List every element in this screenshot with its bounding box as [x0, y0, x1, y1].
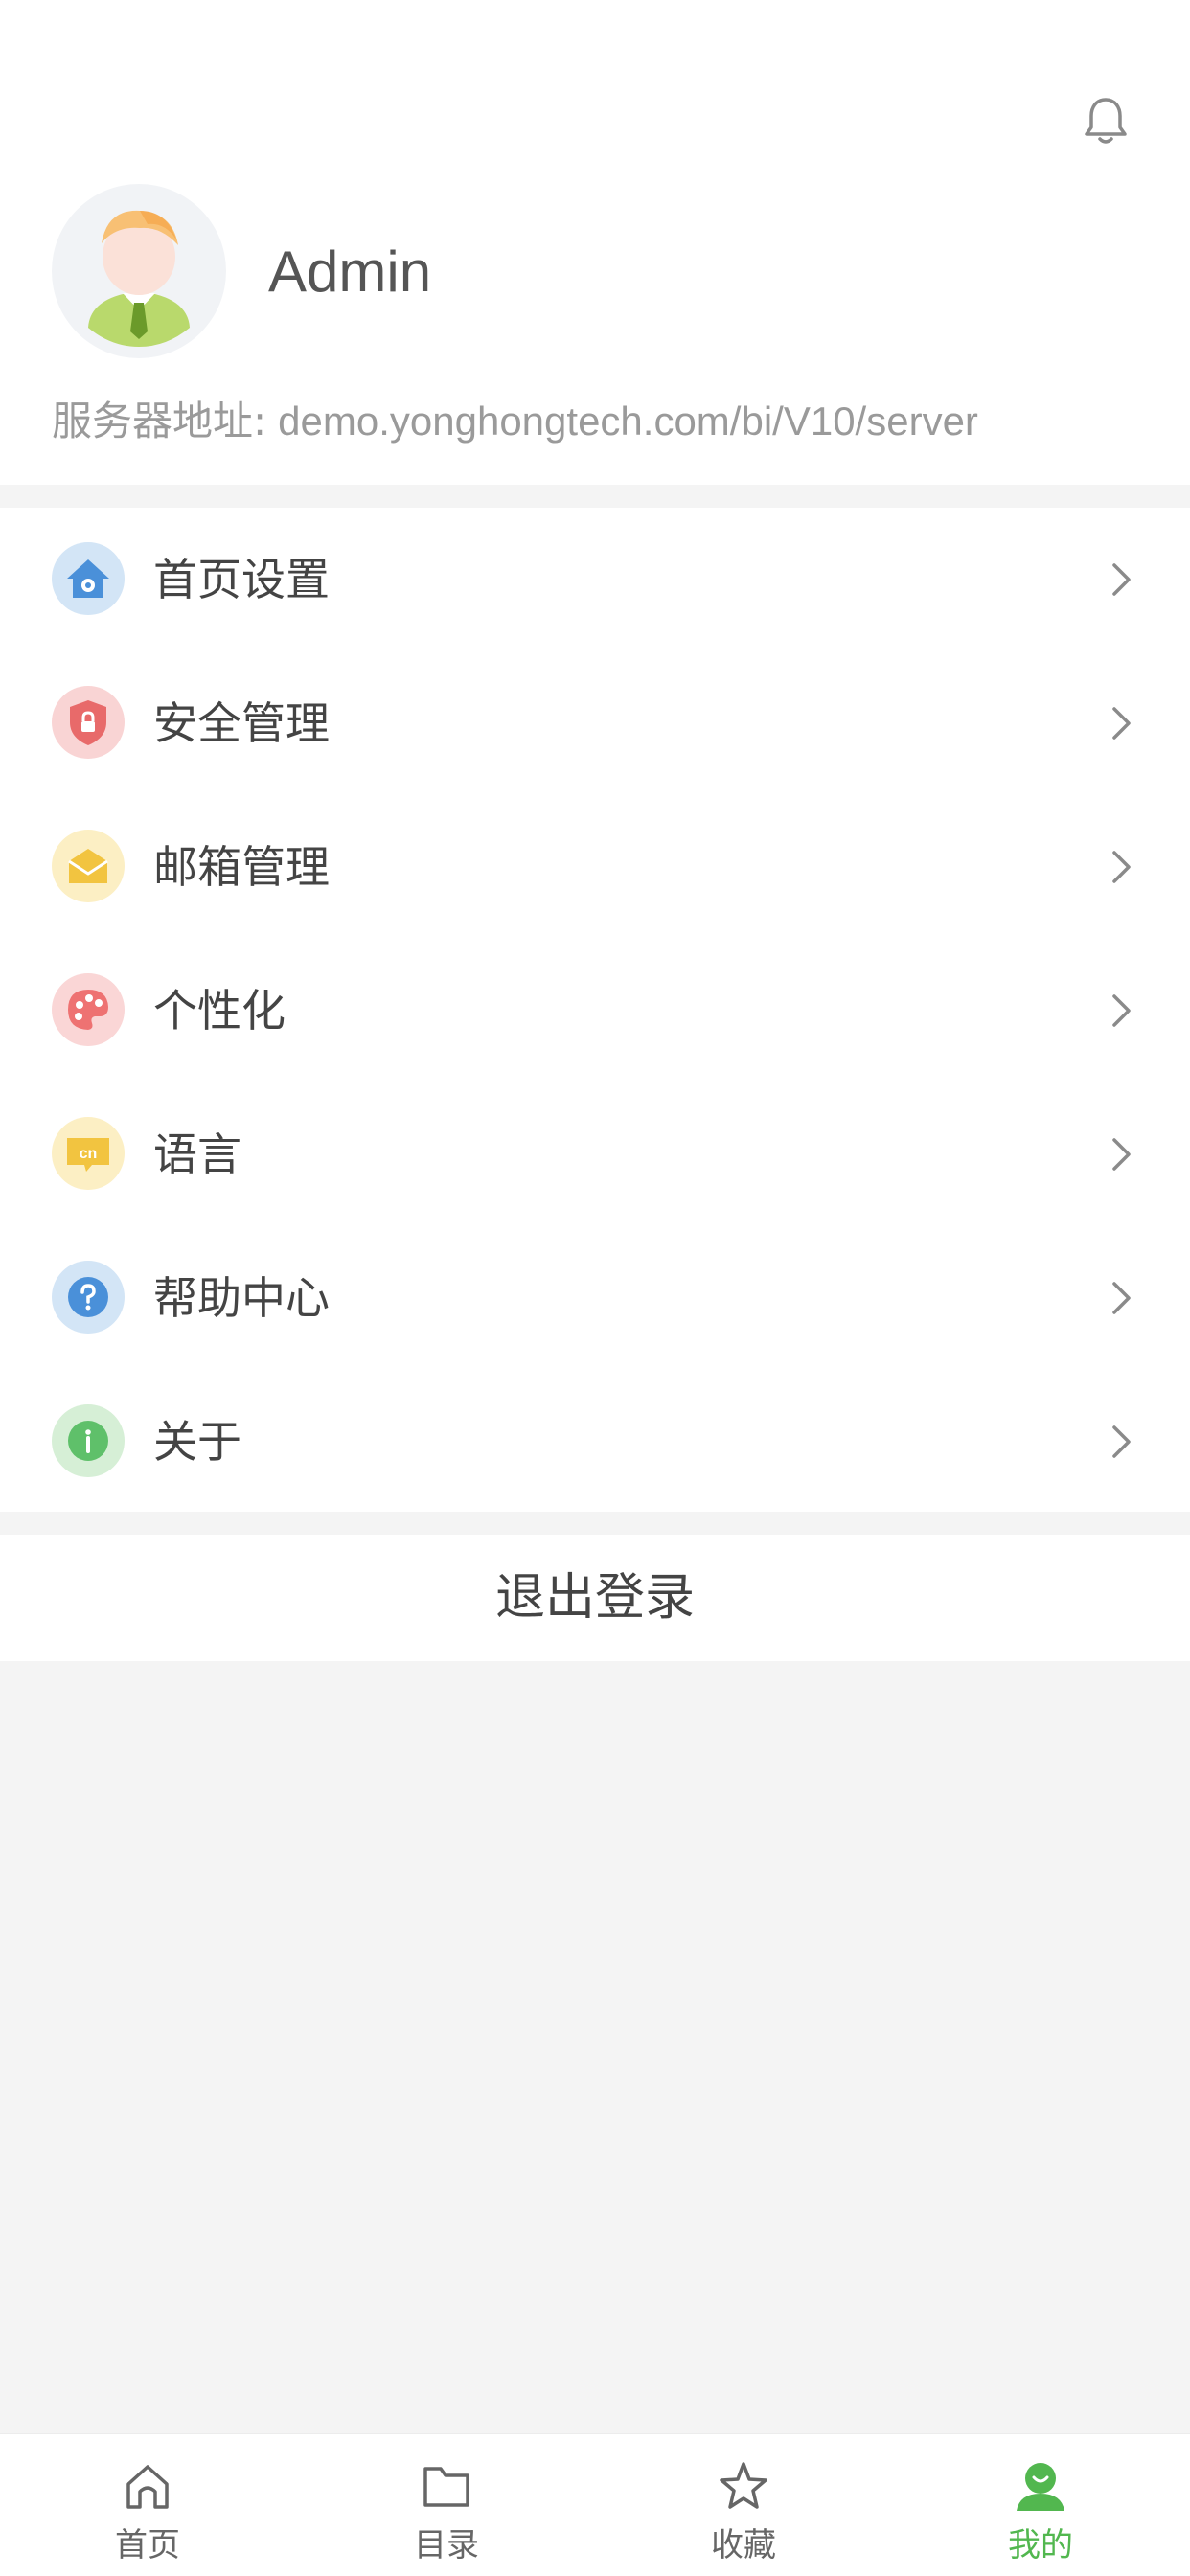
user-icon	[1017, 2463, 1064, 2511]
settings-menu: 首页设置 安全管理 邮箱管理 个性化 cn 语言 帮助中心 关于	[0, 508, 1190, 1512]
star-icon	[720, 2462, 767, 2509]
chevron-right-icon	[1112, 994, 1131, 1027]
username: Admin	[268, 239, 432, 304]
svg-text:cn: cn	[80, 1146, 98, 1162]
folder-icon	[423, 2467, 469, 2507]
server-address-label: 服务器地址:	[52, 398, 267, 445]
mail-icon	[52, 830, 125, 902]
server-address: 服务器地址: demo.yonghongtech.com/bi/V10/serve…	[52, 395, 978, 448]
bottom-tab-bar: 首页 目录 收藏 我的	[0, 2433, 1190, 2576]
security-shield-icon	[52, 686, 125, 759]
tab-home[interactable]: 首页	[52, 2434, 243, 2576]
home-icon	[126, 2465, 169, 2509]
tab-label: 我的	[1008, 2526, 1073, 2565]
chevron-right-icon	[1112, 1282, 1131, 1314]
logout-button[interactable]: 退出登录	[0, 1535, 1190, 1661]
bell-icon[interactable]	[1083, 96, 1129, 146]
server-address-value: demo.yonghongtech.com/bi/V10/server	[278, 399, 978, 444]
menu-item-label: 邮箱管理	[153, 841, 330, 893]
menu-item-help-center[interactable]: 帮助中心	[0, 1226, 1190, 1370]
menu-item-about[interactable]: 关于	[0, 1370, 1190, 1514]
menu-item-label: 关于	[153, 1416, 241, 1468]
menu-item-language[interactable]: cn 语言	[0, 1083, 1190, 1226]
menu-item-home-settings[interactable]: 首页设置	[0, 508, 1190, 651]
home-settings-icon	[52, 542, 125, 615]
tab-label: 收藏	[711, 2526, 776, 2565]
menu-item-label: 语言	[153, 1128, 241, 1180]
tab-label: 目录	[414, 2526, 479, 2565]
chevron-right-icon	[1112, 851, 1131, 883]
chevron-right-icon	[1112, 1138, 1131, 1171]
menu-item-security[interactable]: 安全管理	[0, 651, 1190, 795]
chevron-right-icon	[1112, 1425, 1131, 1458]
tab-label: 首页	[115, 2526, 180, 2565]
language-cn-icon: cn	[52, 1117, 125, 1190]
info-icon	[52, 1404, 125, 1477]
chevron-right-icon	[1112, 707, 1131, 740]
tab-catalog[interactable]: 目录	[351, 2434, 542, 2576]
help-icon	[52, 1261, 125, 1334]
tab-favorites[interactable]: 收藏	[648, 2434, 839, 2576]
menu-item-label: 个性化	[153, 985, 286, 1037]
profile-section: Admin 服务器地址: demo.yonghongtech.com/bi/V10…	[0, 0, 1190, 485]
palette-icon	[52, 973, 125, 1046]
chevron-right-icon	[1112, 563, 1131, 596]
menu-item-label: 安全管理	[153, 697, 330, 749]
menu-item-mailbox[interactable]: 邮箱管理	[0, 795, 1190, 939]
tab-mine[interactable]: 我的	[945, 2434, 1136, 2576]
avatar[interactable]	[52, 184, 226, 358]
menu-item-label: 帮助中心	[153, 1272, 330, 1324]
menu-item-personalization[interactable]: 个性化	[0, 939, 1190, 1083]
menu-item-label: 首页设置	[153, 554, 330, 605]
